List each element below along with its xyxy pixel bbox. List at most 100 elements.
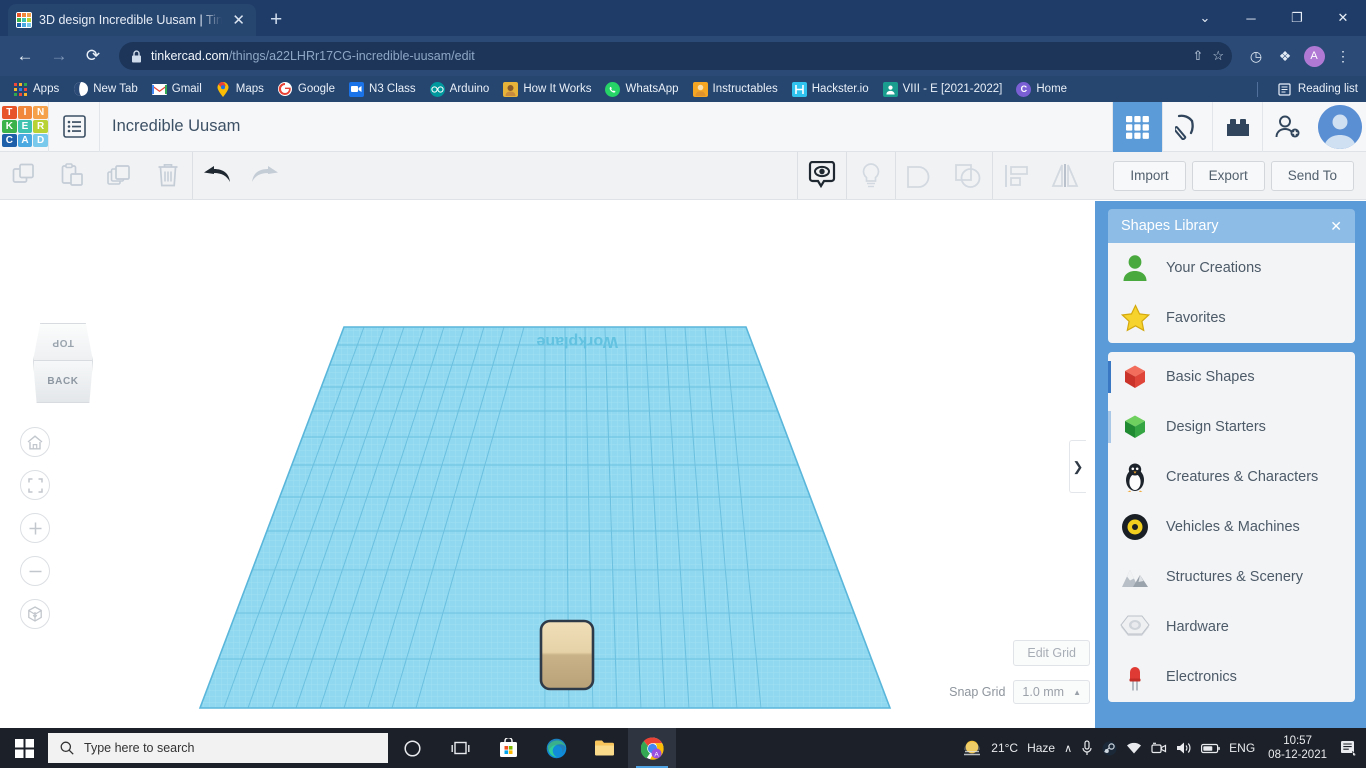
close-window-button[interactable]: ✕ [1320, 0, 1366, 36]
library-item-structures-scenery[interactable]: Structures & Scenery [1108, 552, 1355, 602]
ungroup-button[interactable] [944, 152, 992, 199]
bookmark-google[interactable]: Google [272, 80, 341, 99]
file-explorer-button[interactable] [580, 728, 628, 768]
delete-button[interactable] [144, 152, 192, 199]
camera-icon[interactable] [1151, 742, 1167, 755]
edge-button[interactable] [532, 728, 580, 768]
blocks-grid-button[interactable] [1112, 102, 1162, 152]
bookmark-gmail[interactable]: Gmail [146, 80, 208, 99]
haze-sun-icon[interactable] [962, 739, 982, 758]
wifi-icon[interactable] [1126, 742, 1142, 755]
start-button[interactable] [0, 728, 48, 768]
duplicate-button[interactable] [96, 152, 144, 199]
chrome-menu-icon[interactable]: ⋮ [1330, 43, 1356, 69]
library-item-electronics[interactable]: Electronics [1108, 652, 1355, 702]
bookmark-star-icon[interactable]: ☆ [1212, 48, 1224, 64]
new-tab-button[interactable]: + [270, 8, 282, 32]
copy-button[interactable] [0, 152, 48, 199]
zoom-in-button[interactable] [20, 513, 50, 543]
document-title[interactable]: Incredible Uusam [112, 117, 240, 136]
forward-button[interactable]: → [44, 41, 74, 71]
steam-icon[interactable] [1102, 741, 1117, 756]
perspective-toggle-button[interactable] [20, 599, 50, 629]
reload-button[interactable]: ⟳ [78, 41, 108, 71]
minimize-button[interactable]: ─ [1228, 0, 1274, 36]
tab-close-icon[interactable]: ✕ [229, 11, 248, 30]
minimize-to-tray-chevron-icon[interactable]: ⌄ [1182, 0, 1228, 36]
rounded-box-shape[interactable] [538, 618, 608, 698]
microsoft-store-button[interactable] [484, 728, 532, 768]
library-item-design-starters[interactable]: Design Starters [1108, 402, 1355, 452]
maximize-button[interactable]: ❐ [1274, 0, 1320, 36]
bookmark-new-tab[interactable]: New Tab [67, 80, 144, 99]
language-indicator[interactable]: ENG [1229, 741, 1255, 755]
bookmark-instructables[interactable]: Instructables [687, 80, 784, 99]
bookmark-maps[interactable]: Maps [210, 80, 270, 99]
view-cube-top-face[interactable]: TOP [33, 323, 93, 361]
library-item-basic-shapes[interactable]: Basic Shapes [1108, 352, 1355, 402]
clock[interactable]: 10:57 08-12-2021 [1268, 734, 1327, 763]
bookmark-apps[interactable]: Apps [7, 80, 65, 99]
mirror-button[interactable] [1041, 152, 1089, 199]
address-bar[interactable]: tinkercad.com/things/a22LHRr17CG-incredi… [119, 42, 1232, 70]
history-clock-icon[interactable]: ◷ [1243, 43, 1269, 69]
group-button[interactable] [896, 152, 944, 199]
bookmark-how-it-works[interactable]: How It Works [497, 80, 597, 99]
codeblocks-button[interactable] [1162, 102, 1212, 152]
blocks-button[interactable] [1212, 102, 1262, 152]
user-avatar[interactable] [1318, 105, 1362, 149]
weather-temperature[interactable]: 21°C [991, 741, 1018, 755]
project-menu-button[interactable] [49, 102, 99, 152]
close-icon[interactable]: ✕ [1330, 218, 1342, 235]
logo-tile-d: D [33, 134, 48, 148]
profile-button[interactable]: A [1301, 43, 1327, 69]
notification-center-icon[interactable] [1340, 740, 1358, 756]
search-input[interactable]: Type here to search [48, 733, 388, 763]
library-item-hardware[interactable]: Hardware [1108, 602, 1355, 652]
panel-collapse-handle[interactable]: ❯ [1069, 440, 1086, 493]
view-cube-back-face[interactable]: BACK [33, 361, 93, 403]
view-cube[interactable]: TOP BACK [24, 323, 102, 403]
edit-grid-button[interactable]: Edit Grid [1013, 640, 1090, 666]
library-item-vehicles-machines[interactable]: Vehicles & Machines [1108, 502, 1355, 552]
undo-button[interactable] [193, 152, 241, 199]
extensions-puzzle-icon[interactable]: ❖ [1272, 43, 1298, 69]
align-button[interactable] [993, 152, 1041, 199]
mirror-flip-icon [1051, 164, 1079, 187]
battery-icon[interactable] [1201, 743, 1220, 754]
redo-button[interactable] [241, 152, 289, 199]
reading-list-button[interactable]: Reading list [1277, 82, 1358, 97]
bookmark-hackster[interactable]: Hackster.io [786, 80, 875, 99]
chrome-button[interactable]: A [628, 728, 676, 768]
paste-button[interactable] [48, 152, 96, 199]
volume-icon[interactable] [1176, 741, 1192, 755]
bookmark-n3-class[interactable]: N3 Class [343, 80, 422, 99]
task-view-button[interactable] [436, 728, 484, 768]
light-button[interactable] [847, 152, 895, 199]
show-hide-button[interactable] [798, 152, 846, 199]
bookmark-viii-e[interactable]: VIII - E [2021-2022] [877, 80, 1009, 99]
invite-people-button[interactable] [1262, 102, 1312, 152]
browser-tab[interactable]: 3D design Incredible Uusam | Tin ✕ [8, 4, 256, 36]
library-item-your-creations[interactable]: Your Creations [1108, 243, 1355, 293]
tinkercad-logo[interactable]: T I N K E R C A D [2, 105, 48, 148]
export-button[interactable]: Export [1191, 160, 1265, 191]
import-button[interactable]: Import [1113, 160, 1186, 191]
microphone-icon[interactable] [1081, 740, 1093, 756]
share-icon[interactable]: ⇧ [1192, 48, 1203, 64]
home-view-button[interactable] [20, 427, 50, 457]
chevron-up-icon[interactable]: ∧ [1064, 742, 1072, 755]
zoom-out-button[interactable] [20, 556, 50, 586]
workplane[interactable]: Workplane [198, 325, 892, 710]
back-button[interactable]: ← [10, 41, 40, 71]
library-item-creatures-characters[interactable]: Creatures & Characters [1108, 452, 1355, 502]
snap-grid-select[interactable]: 1.0 mm ▲ [1013, 680, 1090, 704]
bookmark-home[interactable]: C Home [1010, 80, 1073, 99]
send-to-button[interactable]: Send To [1270, 160, 1354, 191]
bookmark-arduino[interactable]: Arduino [424, 80, 496, 99]
fit-to-view-button[interactable] [20, 470, 50, 500]
library-item-favorites[interactable]: Favorites [1108, 293, 1355, 343]
weather-condition[interactable]: Haze [1027, 741, 1055, 755]
bookmark-whatsapp[interactable]: WhatsApp [599, 80, 684, 99]
cortana-button[interactable] [388, 728, 436, 768]
